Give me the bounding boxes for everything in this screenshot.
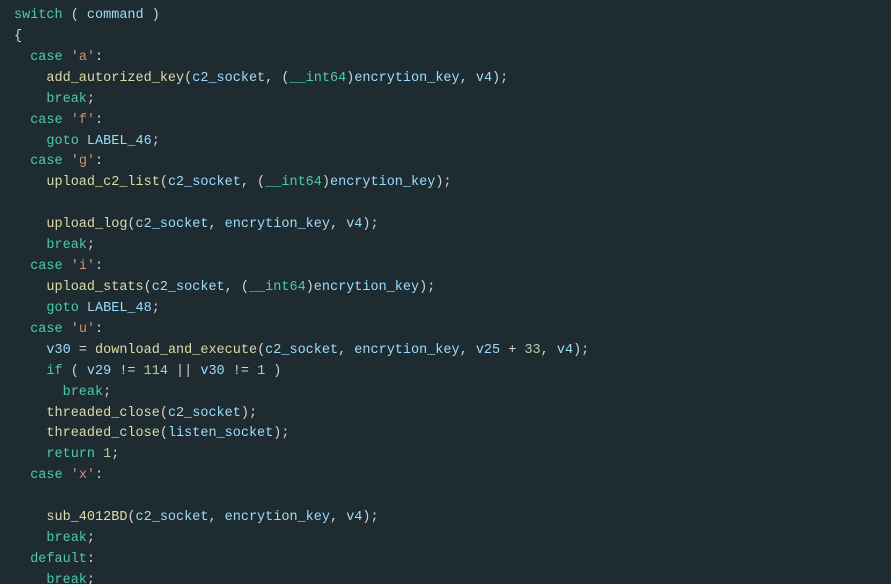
code-line-1: switch ( command ) <box>0 6 891 27</box>
keyword-case-a: case <box>30 48 62 69</box>
code-line-4: add_autorized_key(c2_socket, (__int64)en… <box>0 69 891 90</box>
num-return-1: 1 <box>103 445 111 466</box>
var-c2socket-1: c2_socket <box>192 69 265 90</box>
fn-sub-4012bd: sub_4012BD <box>46 508 127 529</box>
str-i: 'i' <box>71 257 95 278</box>
var-encrytion-key-3: encrytion_key <box>225 215 330 236</box>
code-line-17: v30 = download_and_execute(c2_socket, en… <box>0 341 891 362</box>
num-114: 114 <box>144 362 168 383</box>
keyword-case-g: case <box>30 152 62 173</box>
label-46: LABEL_46 <box>87 132 152 153</box>
code-line-9: upload_c2_list(c2_socket, (__int64)encry… <box>0 173 891 194</box>
code-line-12: break; <box>0 236 891 257</box>
code-container: switch ( command ) { case 'a': add_autor… <box>0 0 891 584</box>
var-c2socket-3: c2_socket <box>136 215 209 236</box>
keyword-default: default <box>30 550 87 571</box>
code-line-14: upload_stats(c2_socket, (__int64)encryti… <box>0 278 891 299</box>
cast-int64-1: __int64 <box>289 69 346 90</box>
str-g: 'g' <box>71 152 95 173</box>
code-line-21: threaded_close(listen_socket); <box>0 424 891 445</box>
code-line-3: case 'a': <box>0 48 891 69</box>
var-v29: v29 <box>87 362 111 383</box>
code-line-11: upload_log(c2_socket, encrytion_key, v4)… <box>0 215 891 236</box>
keyword-break-3: break <box>63 383 104 404</box>
keyword-return: return <box>46 445 95 466</box>
num-1: 1 <box>257 362 265 383</box>
str-u: 'u' <box>71 320 95 341</box>
var-encrytion-key-5: encrytion_key <box>354 341 459 362</box>
keyword-case-u: case <box>30 320 62 341</box>
var-c2socket-5: c2_socket <box>265 341 338 362</box>
label-48: LABEL_48 <box>87 299 152 320</box>
var-c2socket-7: c2_socket <box>136 508 209 529</box>
keyword-switch: switch <box>14 6 63 27</box>
fn-upload-c2-list: upload_c2_list <box>46 173 159 194</box>
var-c2socket-6: c2_socket <box>168 404 241 425</box>
code-line-6: case 'f': <box>0 111 891 132</box>
code-line-16: case 'u': <box>0 320 891 341</box>
fn-threaded-close-c2: threaded_close <box>46 404 159 425</box>
var-encrytion-key-1: encrytion_key <box>354 69 459 90</box>
code-line-20: threaded_close(c2_socket); <box>0 404 891 425</box>
var-v30-2: v30 <box>200 362 224 383</box>
fn-download-and-execute: download_and_execute <box>95 341 257 362</box>
code-line-22: return 1; <box>0 445 891 466</box>
var-v4-2: v4 <box>346 215 362 236</box>
cast-int64-2: __int64 <box>265 173 322 194</box>
var-command: command <box>87 6 144 27</box>
var-c2socket-2: c2_socket <box>168 173 241 194</box>
keyword-break-5: break <box>46 571 87 584</box>
code-line-2: { <box>0 27 891 48</box>
var-c2socket-4: c2_socket <box>152 278 225 299</box>
keyword-if: if <box>46 362 62 383</box>
keyword-case-f: case <box>30 111 62 132</box>
keyword-break-1: break <box>46 90 87 111</box>
cast-int64-3: __int64 <box>249 278 306 299</box>
keyword-break-4: break <box>46 529 87 550</box>
code-line-5: break; <box>0 90 891 111</box>
code-line-10 <box>0 194 891 215</box>
var-encrytion-key-6: encrytion_key <box>225 508 330 529</box>
var-v4-1: v4 <box>476 69 492 90</box>
num-33: 33 <box>524 341 540 362</box>
keyword-goto-1: goto <box>46 132 78 153</box>
code-line-19: break; <box>0 383 891 404</box>
var-v30: v30 <box>46 341 70 362</box>
str-a: 'a' <box>71 48 95 69</box>
str-x: 'x' <box>71 466 95 487</box>
code-line-24 <box>0 487 891 508</box>
var-v25: v25 <box>476 341 500 362</box>
code-line-18: if ( v29 != 114 || v30 != 1 ) <box>0 362 891 383</box>
var-encrytion-key-2: encrytion_key <box>330 173 435 194</box>
var-v4-4: v4 <box>346 508 362 529</box>
code-line-23: case 'x': <box>0 466 891 487</box>
code-line-8: case 'g': <box>0 152 891 173</box>
var-v4-3: v4 <box>557 341 573 362</box>
code-line-7: goto LABEL_46; <box>0 132 891 153</box>
keyword-goto-2: goto <box>46 299 78 320</box>
fn-threaded-close-listen: threaded_close <box>46 424 159 445</box>
code-line-28: break; <box>0 571 891 584</box>
str-f: 'f' <box>71 111 95 132</box>
code-line-26: break; <box>0 529 891 550</box>
code-line-27: default: <box>0 550 891 571</box>
keyword-case-x: case <box>30 466 62 487</box>
code-line-15: goto LABEL_48; <box>0 299 891 320</box>
fn-upload-log: upload_log <box>46 215 127 236</box>
keyword-case-i: case <box>30 257 62 278</box>
fn-add-autorized-key: add_autorized_key <box>46 69 184 90</box>
var-encrytion-key-4: encrytion_key <box>314 278 419 299</box>
code-line-25: sub_4012BD(c2_socket, encrytion_key, v4)… <box>0 508 891 529</box>
var-listen-socket: listen_socket <box>168 424 273 445</box>
keyword-break-2: break <box>46 236 87 257</box>
code-line-13: case 'i': <box>0 257 891 278</box>
fn-upload-stats: upload_stats <box>46 278 143 299</box>
